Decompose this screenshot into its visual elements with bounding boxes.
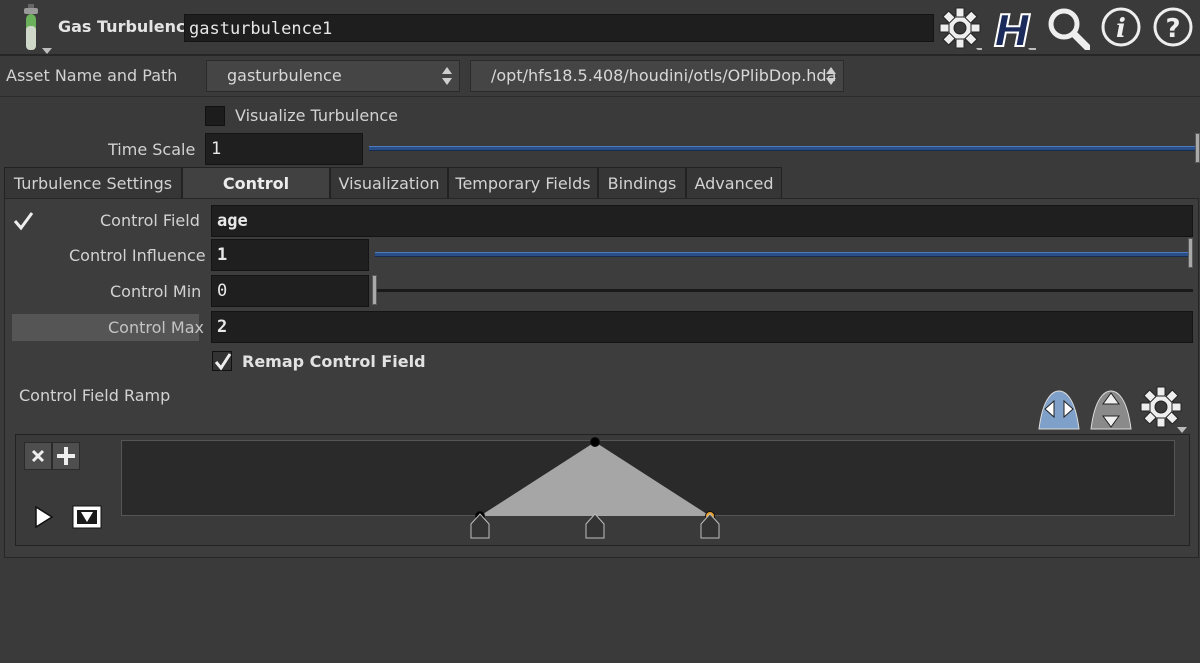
remap-control-field-checkbox[interactable] (212, 351, 232, 371)
svg-text:H: H (994, 6, 1031, 50)
control-min-slider-track[interactable] (375, 289, 1193, 292)
tab-visualization[interactable]: Visualization (330, 167, 448, 199)
magnifier-icon[interactable] (1046, 6, 1090, 50)
tab-temporary-fields[interactable]: Temporary Fields (448, 167, 598, 199)
help-icon[interactable]: ? (1152, 6, 1196, 50)
svg-text:?: ? (1165, 14, 1180, 44)
control-influence-slider-handle[interactable] (1188, 238, 1193, 268)
control-field-label: Control Field (100, 211, 200, 230)
asset-name-path-label: Asset Name and Path (6, 66, 178, 85)
control-field-enable-checkmark-icon[interactable] (12, 210, 36, 232)
control-field-input[interactable]: age (211, 205, 1193, 237)
gear-icon[interactable] (938, 6, 982, 50)
node-name-field[interactable]: gasturbulence1 (184, 14, 934, 42)
ramp-graph[interactable] (121, 430, 1175, 550)
remap-control-field-label: Remap Control Field (242, 352, 426, 371)
tab-bindings[interactable]: Bindings (598, 167, 686, 199)
tab-advanced[interactable]: Advanced (686, 167, 782, 199)
asset-name-menu[interactable]: gasturbulence (206, 60, 460, 92)
asset-path-value: /opt/hfs18.5.408/houdini/otls/OPlibDop.h… (491, 66, 837, 85)
expand-ramp-icon[interactable] (30, 503, 56, 531)
ramp-vertical-flip-icon[interactable] (1089, 387, 1133, 431)
control-min-input[interactable]: 0 (211, 275, 369, 307)
control-influence-label: Control Influence (69, 246, 206, 265)
checkmark-icon (214, 353, 232, 371)
tab-bar: Turbulence Settings Control Settings Vis… (0, 167, 1200, 225)
ramp-key-point[interactable] (590, 437, 600, 447)
asset-name-value: gasturbulence (227, 66, 342, 85)
delete-key-button[interactable] (24, 442, 52, 470)
time-scale-slider-handle[interactable] (1195, 133, 1200, 163)
ramp-curve-fill (480, 442, 710, 516)
plus-icon (57, 447, 75, 465)
close-icon (31, 449, 45, 463)
info-icon[interactable]: i (1100, 6, 1144, 50)
control-min-slider-handle[interactable] (372, 275, 377, 305)
divider (0, 96, 1200, 97)
control-influence-slider-track[interactable] (375, 252, 1190, 257)
ramp-key-marker[interactable] (470, 513, 490, 539)
houdini-h-icon[interactable]: H (992, 6, 1036, 50)
control-max-input[interactable]: 2 (211, 311, 1193, 343)
control-influence-input[interactable]: 1 (211, 239, 369, 271)
asset-path-menu[interactable]: /opt/hfs18.5.408/houdini/otls/OPlibDop.h… (470, 60, 844, 92)
tab-control-settings[interactable]: Control Settings (182, 167, 330, 225)
control-field-ramp-label: Control Field Ramp (19, 386, 171, 405)
node-type-label: Gas Turbulence (58, 17, 197, 36)
ramp-key-marker[interactable] (700, 513, 720, 539)
tab-turbulence-settings[interactable]: Turbulence Settings (4, 167, 182, 199)
control-max-label: Control Max (108, 318, 204, 337)
svg-text:i: i (1116, 14, 1126, 44)
spinner-arrows-icon (442, 67, 452, 85)
parameter-header: Gas Turbulence gasturbulence1 H i ? (0, 0, 1200, 56)
time-scale-label: Time Scale (108, 140, 196, 159)
visualize-turbulence-label: Visualize Turbulence (235, 106, 398, 125)
ramp-horizontal-flip-icon[interactable] (1037, 387, 1081, 431)
time-scale-slider-track[interactable] (369, 146, 1195, 151)
add-key-button[interactable] (52, 442, 80, 470)
visualize-turbulence-checkbox[interactable] (205, 106, 225, 126)
spinner-arrows-icon (826, 67, 836, 85)
gas-cylinder-icon[interactable] (20, 4, 60, 54)
ramp-key-marker[interactable] (585, 513, 605, 539)
time-scale-input[interactable]: 1 (205, 133, 363, 165)
ramp-menu-icon[interactable] (72, 505, 102, 529)
control-min-label: Control Min (110, 282, 202, 301)
